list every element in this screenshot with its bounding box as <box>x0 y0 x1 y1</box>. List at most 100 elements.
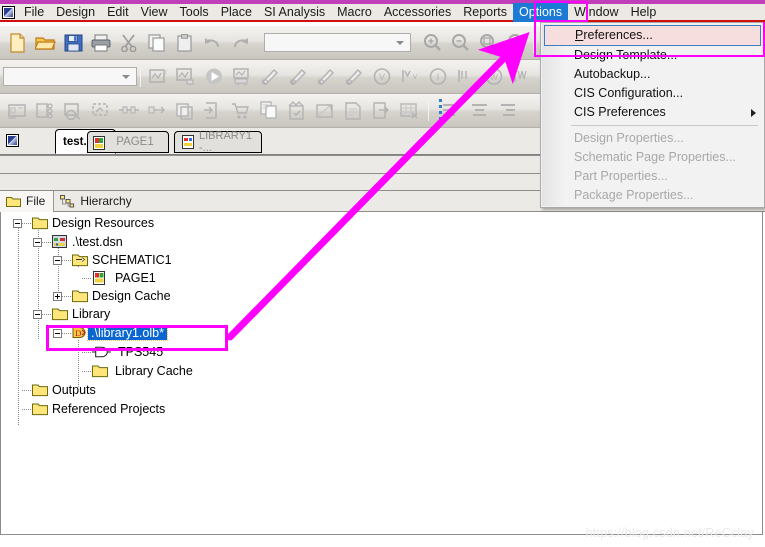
page-icon <box>93 136 105 150</box>
menu-item-accessories[interactable]: Accessories <box>378 3 457 22</box>
menu-option-schematic-page-properties: Schematic Page Properties... <box>541 148 764 167</box>
page-icon <box>93 271 105 285</box>
redo-icon[interactable] <box>228 30 254 56</box>
tab-hierarchy[interactable]: Hierarchy <box>54 191 139 212</box>
menu-item-file[interactable]: File <box>18 3 50 22</box>
edit-simulation-icon <box>173 64 199 90</box>
folder-icon <box>52 308 68 321</box>
menu-option-design-properties: Design Properties... <box>541 129 764 148</box>
part-icon <box>92 346 111 358</box>
menu-item-tools[interactable]: Tools <box>174 3 215 22</box>
tree-item-label: .\library1.olb* <box>87 325 168 341</box>
menu-option-cis-preferences[interactable]: CIS Preferences <box>541 103 764 122</box>
tree-toggle-minus-icon[interactable] <box>33 237 42 247</box>
zoom-fit-icon[interactable] <box>503 30 529 56</box>
print-icon[interactable] <box>88 30 114 56</box>
menu-separator <box>571 125 758 126</box>
tree-toggle-minus-icon[interactable] <box>33 309 42 319</box>
power-w-icon: W <box>481 64 507 90</box>
library-icon <box>182 135 194 149</box>
hierarchy-icon <box>60 194 75 207</box>
menu-item-edit[interactable]: Edit <box>101 3 135 22</box>
tree-connector <box>62 332 71 334</box>
svg-text:I: I <box>320 80 321 86</box>
export-netlist-icon <box>88 98 114 124</box>
cut-icon[interactable] <box>116 30 142 56</box>
watermark: https://blog.csdn.net/ReCclay <box>585 526 754 540</box>
tab-file[interactable]: File <box>0 190 55 212</box>
menu-item-macro[interactable]: Macro <box>331 3 378 22</box>
schematic-folder-icon <box>72 254 88 267</box>
tab-library1[interactable]: LIBRARY1 -... <box>174 130 262 154</box>
window-icon <box>6 134 19 147</box>
tree-item-schematic1[interactable]: SCHEMATIC1 <box>53 252 172 268</box>
copy-icon[interactable] <box>144 30 170 56</box>
cis-bom-icon <box>256 98 282 124</box>
backannotate-icon <box>32 98 58 124</box>
tree-item-label: SCHEMATIC1 <box>92 253 172 267</box>
tree-item-label: Outputs <box>52 383 96 397</box>
tree-item-library[interactable]: Library <box>33 306 110 322</box>
paste-icon[interactable] <box>172 30 198 56</box>
menu-option-cis-configuration[interactable]: CIS Configuration... <box>541 84 764 103</box>
menu-item-options[interactable]: Options <box>513 2 569 22</box>
tree-item-library-cache[interactable]: Library Cache <box>73 363 193 379</box>
tree-item-outputs[interactable]: Outputs <box>13 382 96 398</box>
report-icon <box>340 98 366 124</box>
menu-item-window[interactable]: Window <box>568 3 624 22</box>
tree-item-label: .\test.dsn <box>72 235 123 249</box>
tree-item-label: Design Resources <box>52 216 155 230</box>
tree-item-tps545[interactable]: TPS545 <box>73 344 163 360</box>
simulation-profile-combo[interactable] <box>3 67 137 86</box>
svg-text:W: W <box>347 80 352 86</box>
menu-option-autobackup[interactable]: Autobackup... <box>541 65 764 84</box>
menu-item-design[interactable]: Design <box>50 3 101 22</box>
tab-page1-label: PAGE1 <box>116 136 154 148</box>
undo-icon[interactable] <box>200 30 226 56</box>
toolbar-drag-handle[interactable] <box>439 99 442 123</box>
tree-item-design-resources[interactable]: Design Resources <box>13 215 154 231</box>
folder-icon <box>32 217 48 230</box>
tree-toggle-minus-icon[interactable] <box>53 328 62 338</box>
chevron-down-icon <box>396 40 404 45</box>
menu-option-package-properties-label: Package Properties... <box>574 188 694 202</box>
menu-option-design-template[interactable]: Design Template... <box>541 46 764 65</box>
simulation-probe-icon <box>229 64 255 90</box>
tree-item-page1[interactable]: PAGE1 <box>73 270 156 286</box>
current-marker-icon: I <box>313 64 339 90</box>
tree-toggle-plus-icon[interactable] <box>53 291 62 301</box>
menu-item-reports[interactable]: Reports <box>457 3 513 22</box>
tab-hierarchy-label: Hierarchy <box>80 194 132 208</box>
menu-option-preferences[interactable]: PPreferences...references... <box>544 25 761 46</box>
zoom-in-icon[interactable] <box>419 30 445 56</box>
export-page-icon <box>368 98 394 124</box>
zoom-out-icon[interactable] <box>447 30 473 56</box>
tree-item-label: TPS545 <box>118 345 164 359</box>
zoom-area-icon[interactable] <box>475 30 501 56</box>
open-folder-icon[interactable] <box>32 30 58 56</box>
project-tree-panel[interactable]: Design Resources .\test.dsn SCHEMATIC1 P… <box>0 212 763 535</box>
tree-item-referenced-projects[interactable]: Referenced Projects <box>13 401 165 417</box>
tree-toggle-minus-icon[interactable] <box>53 255 62 265</box>
annotate-icon <box>4 98 30 124</box>
tree-item-design-cache[interactable]: Design Cache <box>53 288 171 304</box>
svg-text:I: I <box>437 72 440 82</box>
menu-option-cis-configuration-label: CIS Configuration... <box>574 86 684 100</box>
menu-item-place[interactable]: Place <box>215 3 258 22</box>
tree-item-library1-olb[interactable]: D .\library1.olb* <box>53 325 168 341</box>
library-icon: D <box>72 327 86 338</box>
tree-toggle-minus-icon[interactable] <box>13 218 22 228</box>
tree-item-test-dsn[interactable]: .\test.dsn <box>33 234 123 250</box>
layout-icon <box>172 98 198 124</box>
part-search-combo[interactable] <box>264 33 411 52</box>
tab-page1[interactable]: PAGE1 <box>87 131 169 153</box>
menu-item-help[interactable]: Help <box>625 3 663 22</box>
options-dropdown-menu: PPreferences...references... Design Temp… <box>540 22 765 208</box>
menu-item-view[interactable]: View <box>135 3 174 22</box>
drc-icon <box>60 98 86 124</box>
new-file-icon[interactable] <box>4 30 30 56</box>
bom-icon <box>228 98 254 124</box>
save-icon[interactable] <box>60 30 86 56</box>
crossref-icon <box>284 98 310 124</box>
menu-item-si-analysis[interactable]: SI Analysis <box>258 3 331 22</box>
